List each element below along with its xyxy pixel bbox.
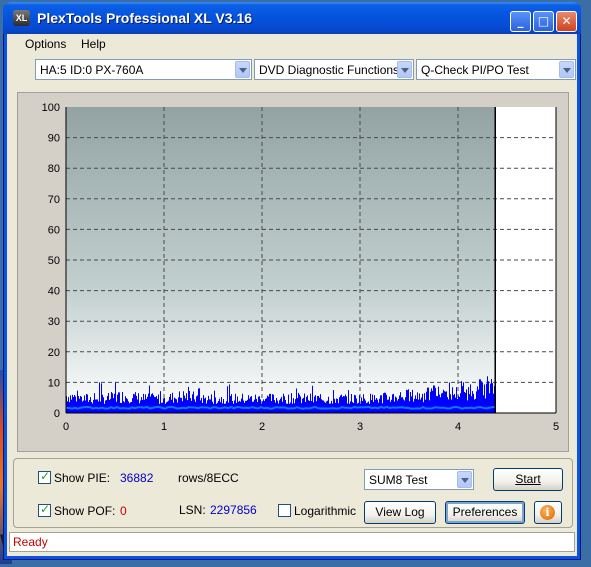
status-text: Ready <box>13 535 48 549</box>
pie-unit: rows/8ECC <box>178 471 239 485</box>
x-tick-label: 4 <box>455 421 461 433</box>
x-tick-label: 1 <box>161 421 167 433</box>
maximize-icon: □ <box>537 14 550 28</box>
menu-options[interactable]: Options <box>25 37 66 51</box>
y-tick-label: 60 <box>48 224 60 236</box>
sum-mode-value: SUM8 Test <box>369 473 428 487</box>
y-tick-label: 40 <box>48 286 60 298</box>
test-options-panel: Show PIE: 36882 rows/8ECC SUM8 Test Star… <box>13 458 573 528</box>
close-button[interactable]: ✕ <box>556 11 577 32</box>
function-select[interactable]: DVD Diagnostic Functions <box>254 59 414 80</box>
chevron-down-icon[interactable] <box>559 61 574 78</box>
pof-value: 0 <box>120 504 127 518</box>
pi-po-chart: 0 10 20 30 40 50 60 70 80 90 100 0 1 2 3 4 5 <box>42 102 559 433</box>
logarithmic-label: Logarithmic <box>294 504 357 518</box>
info-button[interactable]: i <box>534 501 562 524</box>
chevron-down-icon[interactable] <box>397 61 412 78</box>
y-tick-label: 90 <box>48 133 60 145</box>
x-tick-label: 0 <box>63 421 69 433</box>
maximize-button[interactable]: □ <box>533 11 554 32</box>
start-button-label: Start <box>515 472 541 486</box>
test-select-value: Q-Check PI/PO Test <box>421 63 529 77</box>
test-select[interactable]: Q-Check PI/PO Test <box>416 59 576 80</box>
x-tick-label: 2 <box>259 421 265 433</box>
y-tick-label: 30 <box>48 316 60 328</box>
sum-mode-select[interactable]: SUM8 Test <box>364 469 474 490</box>
show-pof-checkbox[interactable] <box>38 502 51 517</box>
y-tick-label: 10 <box>48 377 60 389</box>
minimize-icon: _ <box>517 14 524 28</box>
lsn-value: 2297856 <box>210 503 257 517</box>
menu-bar: Options Help <box>7 34 577 54</box>
y-tick-label: 70 <box>48 194 60 206</box>
show-pie-checkbox[interactable] <box>38 469 51 484</box>
app-window: XL PlexTools Professional XL V3.16 _ □ ✕… <box>3 2 581 560</box>
drive-select-value: HA:5 ID:0 PX-760A <box>40 63 144 77</box>
minimize-button[interactable]: _ <box>510 11 531 32</box>
app-logo-icon: XL <box>13 10 30 26</box>
title-bar[interactable]: XL PlexTools Professional XL V3.16 _ □ ✕ <box>3 2 581 34</box>
logarithmic-checkbox[interactable] <box>278 504 291 517</box>
pie-value: 36882 <box>120 471 154 485</box>
close-icon: ✕ <box>561 14 572 28</box>
preferences-button[interactable]: Preferences <box>445 501 525 524</box>
drive-select[interactable]: HA:5 ID:0 PX-760A <box>35 59 252 80</box>
start-button[interactable]: Start <box>493 468 563 491</box>
y-tick-label: 100 <box>42 102 60 114</box>
x-tick-label: 3 <box>357 421 363 433</box>
chart-frame: 0 10 20 30 40 50 60 70 80 90 100 0 1 2 3 4 5 <box>17 92 569 452</box>
preferences-button-label: Preferences <box>452 505 518 519</box>
menu-help[interactable]: Help <box>81 37 106 51</box>
view-log-button[interactable]: View Log <box>364 501 436 524</box>
view-log-button-label: View Log <box>375 505 425 519</box>
function-select-value: DVD Diagnostic Functions <box>259 63 400 77</box>
show-pof-label: Show POF: <box>54 504 116 518</box>
info-icon: i <box>540 505 555 520</box>
x-tick-label: 5 <box>553 421 559 433</box>
client-area: Options Help HA:5 ID:0 PX-760A DVD Diagn… <box>7 34 577 556</box>
y-tick-label: 80 <box>48 163 60 175</box>
plot-area-unscanned <box>495 107 556 413</box>
lsn-label: LSN: <box>179 503 206 517</box>
y-tick-label: 0 <box>54 408 60 420</box>
show-pie-label: Show PIE: <box>54 471 111 485</box>
window-title: PlexTools Professional XL V3.16 <box>37 10 253 26</box>
y-tick-label: 20 <box>48 347 60 359</box>
y-tick-label: 50 <box>48 255 60 267</box>
chevron-down-icon[interactable] <box>235 61 250 78</box>
status-bar: Ready <box>9 532 575 552</box>
chevron-down-icon[interactable] <box>457 471 472 488</box>
